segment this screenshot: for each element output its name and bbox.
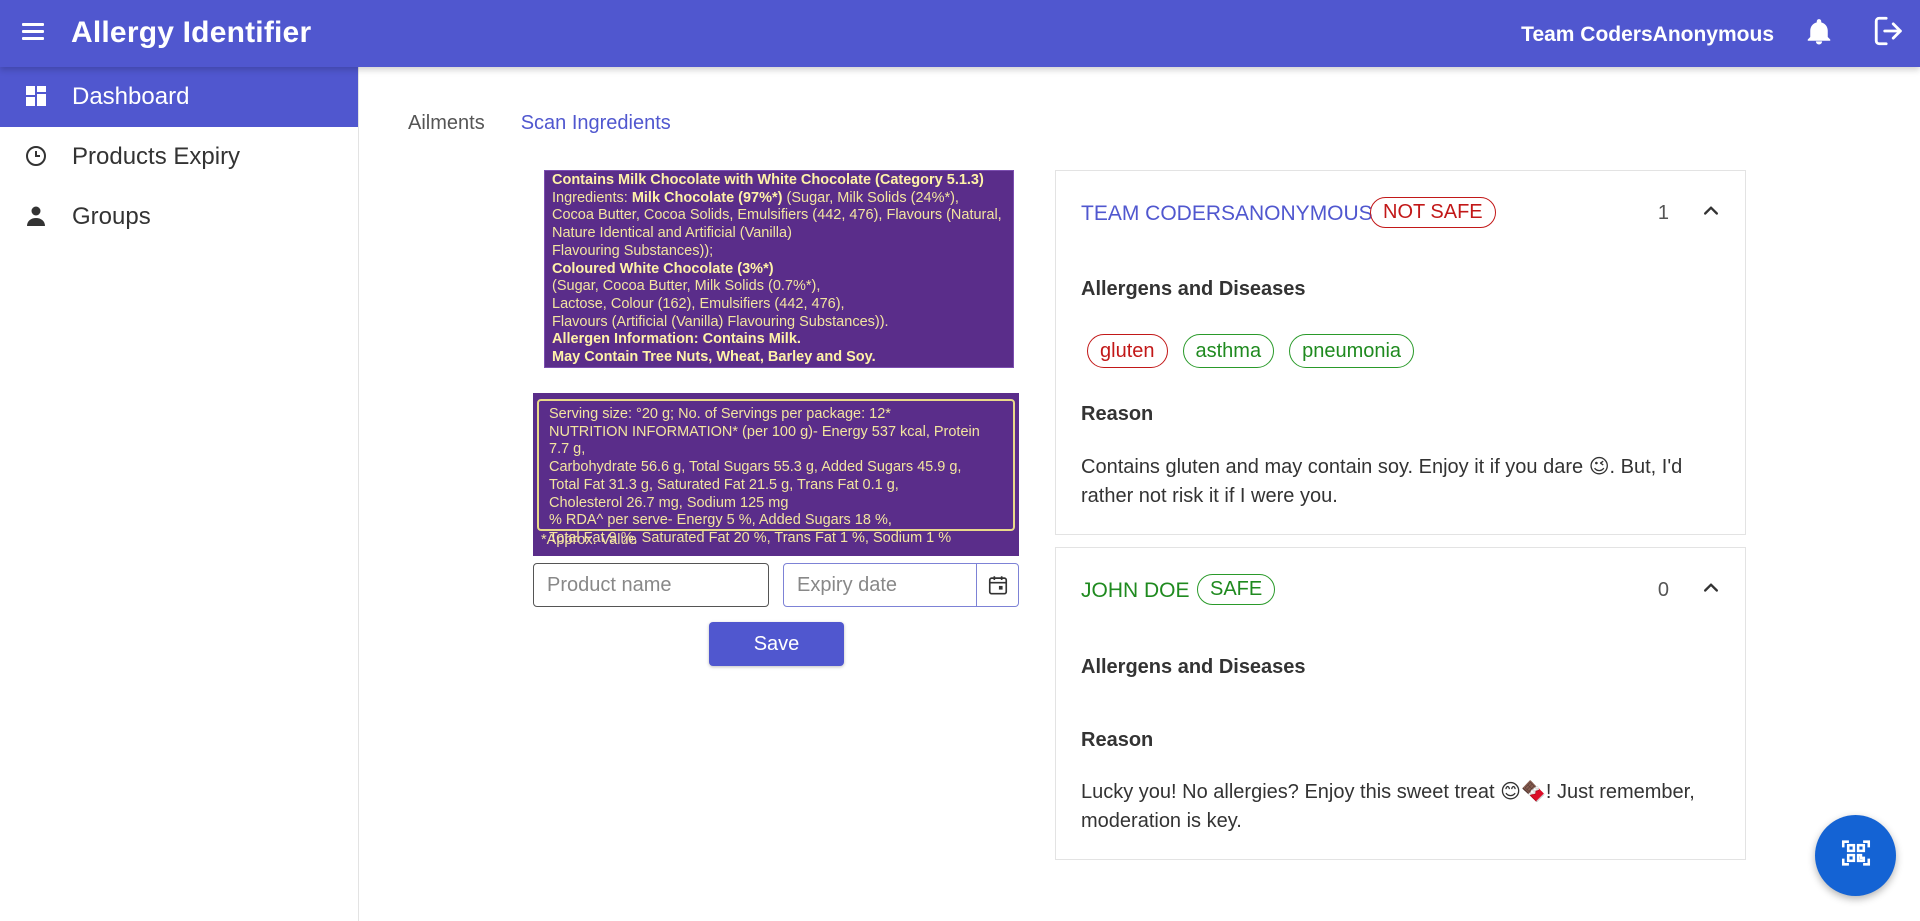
qr-scan-icon [1839, 836, 1873, 875]
allergen-chips: gluten asthma pneumonia [1087, 334, 1415, 368]
bell-icon[interactable] [1804, 15, 1834, 49]
status-badge: SAFE [1197, 574, 1276, 605]
allergens-title: Allergens and Diseases [1081, 278, 1306, 300]
nutrition-label-image: Serving size: °20 g; No. of Servings per… [533, 393, 1019, 556]
label-line: Carbohydrate 56.6 g, Total Sugars 55.3 g… [549, 459, 962, 476]
label-line: Ingredients: Milk Chocolate (97%*) (Suga… [552, 189, 959, 206]
label-line: Serving size: °20 g; No. of Servings per… [549, 406, 891, 422]
person-name: TEAM CODERSANONYMOUS [1081, 202, 1373, 225]
sidebar: Dashboard Products Expiry Groups [0, 67, 359, 921]
label-line: Lactose, Colour (162), Emulsifiers (442,… [552, 295, 845, 312]
label-line: Cocoa Butter, Cocoa Solids, Emulsifiers … [552, 207, 1002, 224]
ingredients-label-image: Contains Milk Chocolate with White Choco… [544, 170, 1014, 368]
chevron-up-icon[interactable] [1701, 201, 1721, 221]
team-name: Team CodersAnonymous [1521, 23, 1774, 46]
person-name: JOHN DOE [1081, 579, 1190, 602]
label-line: Flavouring Substances)); [552, 242, 714, 259]
status-badge: NOT SAFE [1370, 197, 1496, 228]
menu-icon[interactable] [20, 20, 48, 48]
sidebar-item-groups[interactable]: Groups [0, 187, 358, 247]
label-line: Flavours (Artificial (Vanilla) Flavourin… [552, 313, 889, 330]
allergen-count: 0 [1657, 579, 1669, 601]
allergen-chip: asthma [1182, 334, 1275, 368]
nutrition-box: Serving size: °20 g; No. of Servings per… [537, 399, 1015, 546]
reason-text: Contains gluten and may contain soy. Enj… [1081, 456, 1683, 507]
app-header: Allergy Identifier Team CodersAnonymous [0, 0, 1920, 67]
label-line: Total Fat 31.3 g, Saturated Fat 21.5 g, … [549, 476, 899, 493]
label-line: NUTRITION INFORMATION* (per 100 g)- Ener… [549, 423, 980, 458]
person-icon [24, 204, 48, 228]
tab-ailments[interactable]: Ailments [408, 112, 485, 135]
expiry-date-input[interactable]: Expiry date [783, 563, 1019, 607]
dashboard-icon [24, 84, 48, 108]
reason-title: Reason [1081, 729, 1154, 751]
chevron-up-icon[interactable] [1701, 578, 1721, 598]
label-line: (Sugar, Cocoa Butter, Milk Solids (0.7%*… [552, 278, 821, 295]
logout-icon[interactable] [1872, 14, 1906, 48]
result-card-header[interactable]: JOHN DOE SAFE 0 [1056, 548, 1745, 632]
sidebar-item-dashboard[interactable]: Dashboard [0, 67, 358, 127]
tab-scan-ingredients[interactable]: Scan Ingredients [521, 112, 671, 135]
label-line: % RDA^ per serve- Energy 5 %, Added Suga… [549, 512, 892, 529]
allergens-title: Allergens and Diseases [1081, 656, 1306, 678]
allergen-count: 1 [1657, 202, 1669, 224]
tab-bar: Ailments Scan Ingredients [408, 112, 671, 135]
result-card: JOHN DOE SAFE 0 Allergens and Diseases R… [1055, 547, 1746, 860]
save-button[interactable]: Save [709, 622, 844, 666]
app-title: Allergy Identifier [71, 16, 312, 49]
allergen-chip: gluten [1087, 334, 1168, 368]
expiry-date-placeholder: Expiry date [797, 573, 898, 596]
label-line: Coloured White Chocolate (3%*) [552, 260, 774, 277]
product-name-input[interactable]: Product name [533, 563, 769, 607]
label-line: Allergen Information: Contains Milk. [552, 331, 801, 348]
label-line: Contains Milk Chocolate with White Choco… [552, 172, 984, 188]
result-card: TEAM CODERSANONYMOUS NOT SAFE 1 Allergen… [1055, 170, 1746, 535]
reason-text: Lucky you! No allergies? Enjoy this swee… [1081, 781, 1695, 832]
result-card-header[interactable]: TEAM CODERSANONYMOUS NOT SAFE 1 [1056, 171, 1745, 255]
sidebar-item-label: Groups [72, 203, 151, 230]
allergen-chip: pneumonia [1289, 334, 1415, 368]
reason-title: Reason [1081, 403, 1154, 425]
calendar-icon[interactable] [976, 564, 1018, 606]
product-name-placeholder: Product name [547, 573, 672, 596]
sidebar-item-products-expiry[interactable]: Products Expiry [0, 127, 358, 187]
label-line: Cholesterol 26.7 mg, Sodium 125 mg [549, 494, 789, 511]
sidebar-item-label: Products Expiry [72, 143, 241, 170]
scan-qr-button[interactable] [1815, 815, 1896, 896]
label-line: May Contain Tree Nuts, Wheat, Barley and… [552, 349, 876, 366]
sidebar-item-label: Dashboard [72, 83, 190, 110]
clock-icon [24, 144, 48, 168]
label-line: Nature Identical and Artificial (Vanilla… [552, 225, 792, 242]
